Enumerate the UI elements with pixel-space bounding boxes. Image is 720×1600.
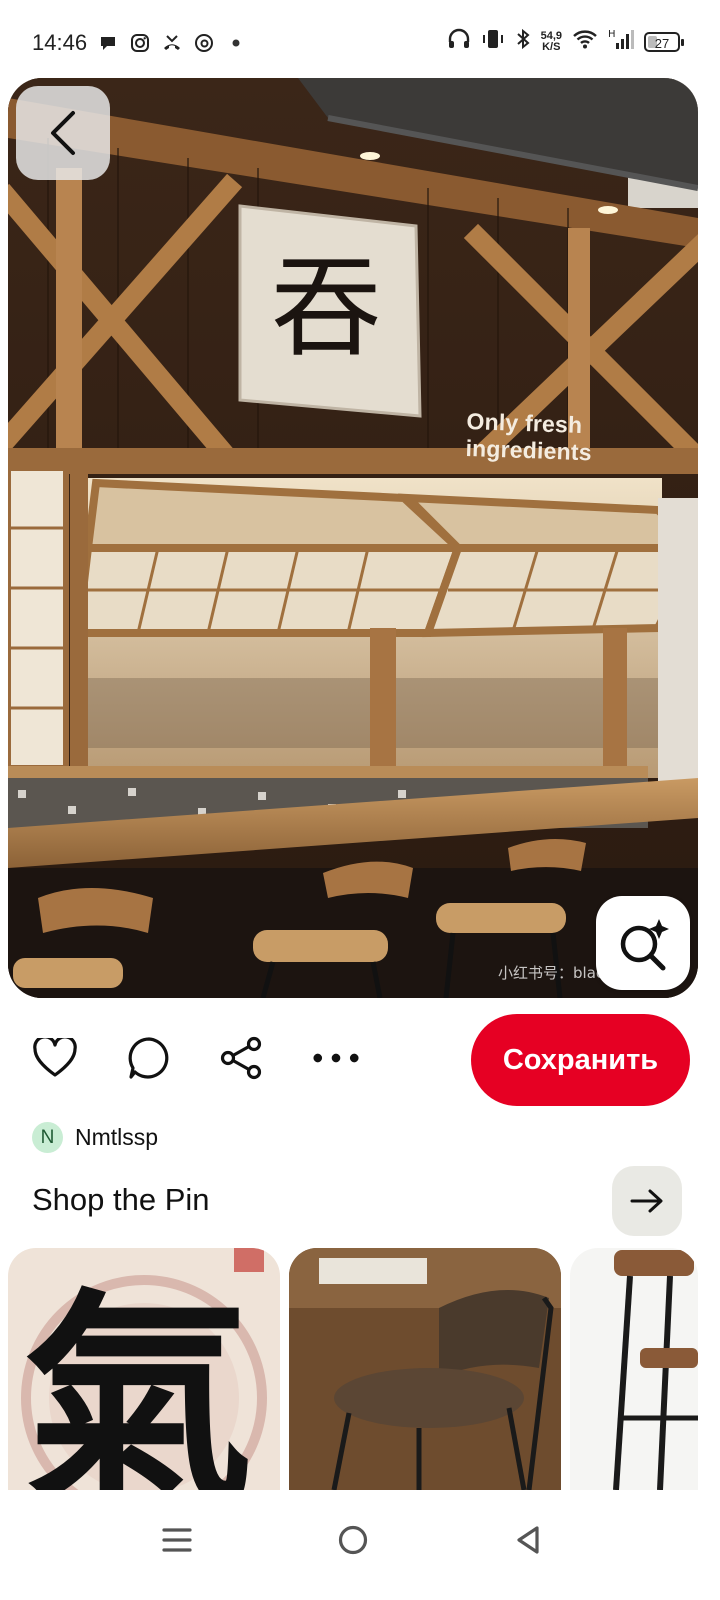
visual-search-button[interactable]: [596, 896, 690, 990]
wooden-stool-image: [289, 1248, 561, 1490]
home-icon: [338, 1525, 368, 1555]
vibrate-icon: [481, 28, 505, 55]
comment-icon: [128, 1037, 169, 1079]
calligraphy-kanji: 氣: [23, 1271, 253, 1490]
home-button[interactable]: [323, 1510, 383, 1570]
menu-icon: [162, 1528, 192, 1552]
calligraphy-print-image: 氣: [8, 1248, 280, 1490]
signal-icon: H: [608, 28, 634, 55]
missed-call-icon: [161, 32, 183, 54]
dot-icon: [225, 32, 247, 54]
threads-icon: [193, 32, 215, 54]
avatar: N: [32, 1122, 63, 1153]
back-button[interactable]: [16, 86, 110, 180]
message-icon: [97, 32, 119, 54]
share-button[interactable]: [218, 1034, 266, 1082]
sign-text: Only fresh ingredients: [465, 407, 593, 466]
more-button[interactable]: [312, 1034, 360, 1082]
svg-text:H: H: [608, 29, 616, 40]
recents-button[interactable]: [147, 1510, 207, 1570]
status-right: 54,9 K/S H 27: [447, 28, 684, 55]
battery-level: 27: [654, 35, 670, 51]
bluetooth-icon: [515, 28, 531, 55]
author[interactable]: N Nmtlssp: [32, 1122, 158, 1153]
system-nav-bar: [0, 1490, 720, 1600]
system-back-button[interactable]: [498, 1510, 558, 1570]
watermark: 小红书号：blac: [498, 964, 605, 982]
bar-chair-image: [570, 1248, 698, 1490]
chevron-left-icon: [51, 111, 75, 155]
save-button[interactable]: Сохранить: [471, 1014, 690, 1106]
headphones-icon: [447, 28, 471, 55]
instagram-icon: [129, 32, 151, 54]
battery-icon: 27: [644, 31, 684, 52]
share-icon: [220, 1036, 262, 1080]
more-icon: [313, 1053, 359, 1063]
like-button[interactable]: [31, 1034, 79, 1082]
wifi-icon: [572, 28, 598, 55]
pin-actions: Сохранить: [0, 1012, 720, 1108]
status-bar: 14:46 54,9 K/S H 27: [0, 0, 720, 78]
net-speed: 54,9 K/S: [540, 29, 562, 53]
net-speed-unit: K/S: [542, 40, 561, 53]
comment-button[interactable]: [125, 1034, 173, 1082]
status-time: 14:46: [32, 30, 88, 55]
visual-search-icon: [620, 919, 669, 971]
shop-item-stool[interactable]: [289, 1248, 561, 1490]
heart-icon: [33, 1038, 77, 1077]
shop-see-more-button[interactable]: [612, 1166, 682, 1236]
pin-image[interactable]: 吞 Only fresh ingredients 小红书号：blac: [8, 78, 698, 998]
back-icon: [517, 1526, 539, 1554]
author-name: Nmtlssp: [75, 1124, 159, 1150]
shop-item-bar-chair[interactable]: [570, 1248, 698, 1490]
sign-kanji: 吞: [271, 244, 381, 372]
net-speed-value: 54,9: [540, 29, 562, 42]
status-left: 14:46: [32, 30, 247, 56]
shop-section-title: Shop the Pin: [32, 1182, 210, 1217]
arrow-right-icon: [630, 1189, 663, 1213]
restaurant-facade-illustration: 吞: [8, 78, 698, 998]
shop-item-calligraphy[interactable]: 氣: [8, 1248, 280, 1490]
